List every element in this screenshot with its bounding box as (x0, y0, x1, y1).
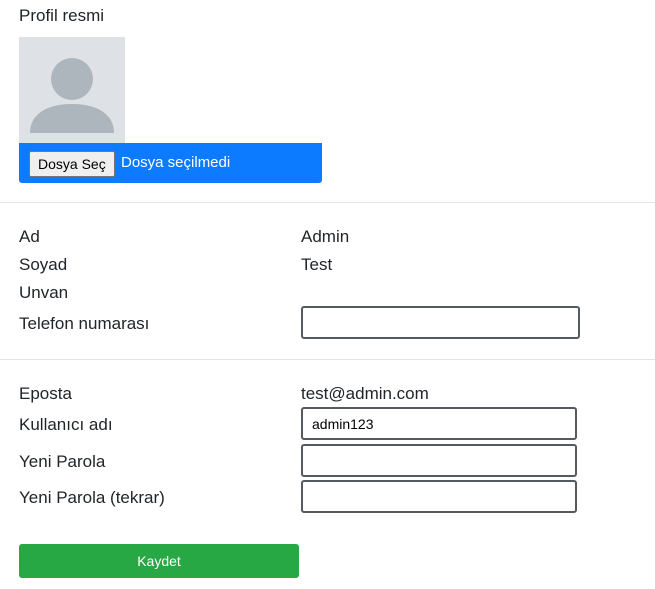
title-label: Unvan (19, 283, 69, 302)
new-password-input[interactable] (301, 444, 577, 477)
phone-label: Telefon numarası (19, 314, 150, 333)
last-name-label: Soyad (19, 255, 68, 274)
new-password-repeat-label: Yeni Parola (tekrar) (19, 488, 165, 507)
first-name-value: Admin (301, 227, 350, 246)
phone-input[interactable] (301, 306, 580, 339)
file-input: Dosya Seç Dosya seçilmedi (19, 143, 322, 183)
email-value: test@admin.com (301, 384, 429, 403)
file-status-text: Dosya seçilmedi (121, 154, 231, 171)
email-label: Eposta (19, 384, 72, 403)
new-password-repeat-input[interactable] (301, 480, 577, 513)
avatar (19, 37, 125, 143)
last-name-value: Test (301, 255, 333, 274)
save-button[interactable]: Kaydet (19, 544, 299, 578)
new-password-label: Yeni Parola (19, 452, 106, 471)
user-silhouette-icon (30, 58, 114, 133)
section-divider (0, 359, 655, 360)
section-divider (0, 202, 655, 203)
username-label: Kullanıcı adı (19, 415, 113, 434)
profile-photo-label: Profil resmi (19, 6, 105, 25)
choose-file-button[interactable]: Dosya Seç (29, 151, 115, 177)
first-name-label: Ad (19, 227, 40, 246)
username-input[interactable] (301, 407, 577, 440)
